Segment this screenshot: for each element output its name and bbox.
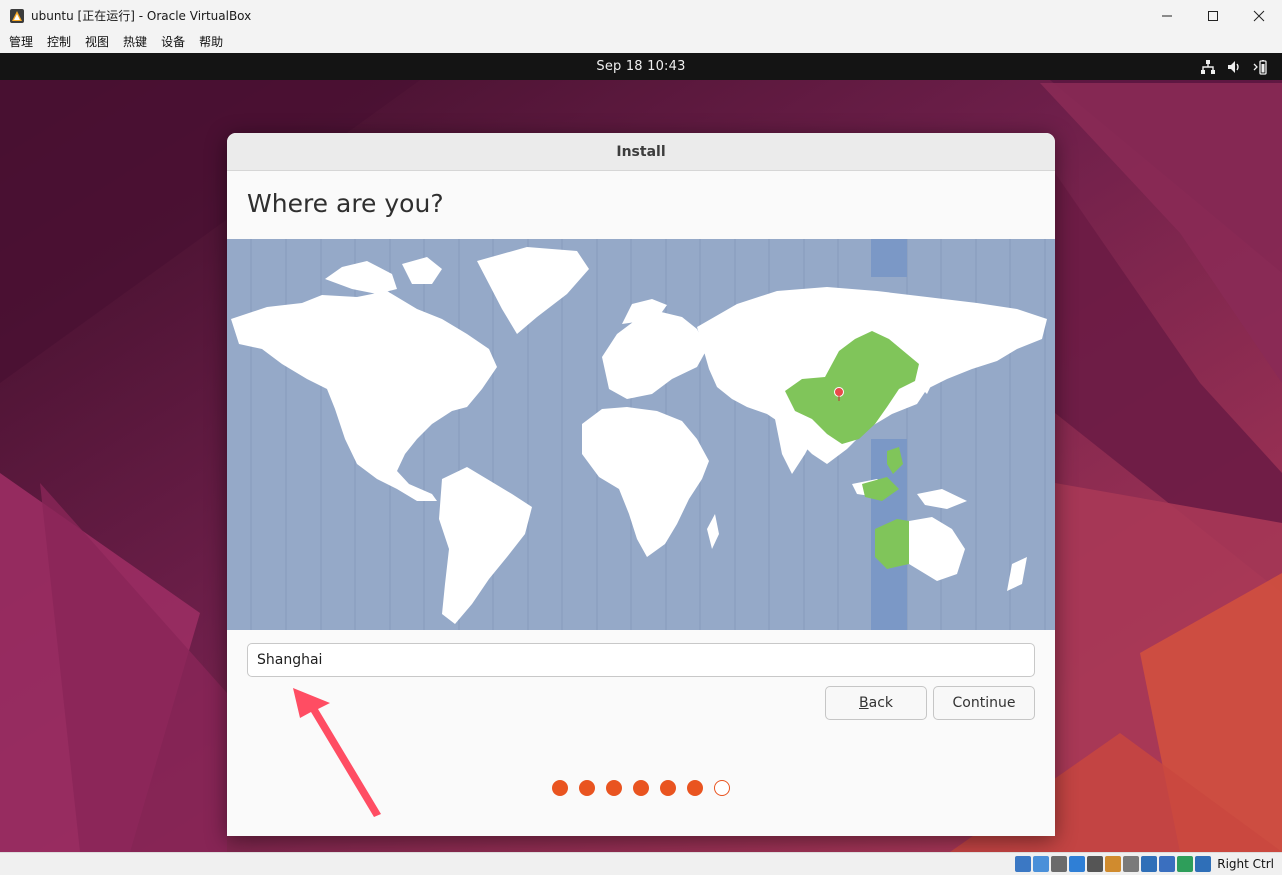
dialog-title: Install [616, 143, 666, 160]
mouse-integration-icon[interactable] [1195, 856, 1212, 872]
continue-button-label: Continue [952, 695, 1016, 711]
maximize-icon [1208, 10, 1218, 21]
window-title-bar: ubuntu [正在运行] - Oracle VirtualBox [0, 0, 1282, 31]
close-icon [1253, 10, 1265, 21]
back-button-label: ack [868, 695, 893, 711]
progress-dot [633, 780, 649, 796]
virtualization-icon[interactable] [1159, 856, 1176, 872]
display-icon[interactable] [1123, 856, 1140, 872]
menu-bar: 管理 控制 视图 热键 设备 帮助 [0, 31, 1282, 53]
system-tray[interactable] [1200, 53, 1268, 80]
screen-capture-icon[interactable] [1141, 856, 1158, 872]
audio-icon[interactable] [1051, 856, 1068, 872]
vm-status-bar: Right Ctrl [0, 852, 1282, 875]
menu-control[interactable]: 控制 [41, 31, 77, 53]
battery-icon [1253, 59, 1267, 75]
back-button[interactable]: Back [825, 686, 927, 720]
virtualbox-app-icon [10, 8, 24, 23]
menu-help[interactable]: 帮助 [193, 31, 229, 53]
progress-dot [687, 780, 703, 796]
window-title: ubuntu [正在运行] - Oracle VirtualBox [31, 9, 252, 23]
page-heading: Where are you? [247, 189, 444, 218]
progress-dot [606, 780, 622, 796]
close-button[interactable] [1236, 0, 1282, 31]
volume-icon [1228, 60, 1239, 73]
host-key-label: Right Ctrl [1217, 857, 1274, 871]
virtualbox-window: ubuntu [正在运行] - Oracle VirtualBox 管理 控制 … [0, 0, 1282, 875]
menu-machine[interactable]: 管理 [3, 31, 39, 53]
progress-dot [579, 780, 595, 796]
world-map-graphic [231, 239, 1047, 630]
progress-dot [660, 780, 676, 796]
timezone-map[interactable] [227, 239, 1055, 630]
progress-dot [714, 780, 730, 796]
maximize-button[interactable] [1190, 0, 1236, 31]
minimize-button[interactable] [1144, 0, 1190, 31]
network-icon [1201, 59, 1215, 74]
timezone-input[interactable] [247, 643, 1035, 677]
globe-icon[interactable] [1177, 856, 1194, 872]
hard-disk-icon[interactable] [1015, 856, 1032, 872]
progress-dot [552, 780, 568, 796]
menu-hotkeys[interactable]: 热键 [117, 31, 153, 53]
continue-button[interactable]: Continue [933, 686, 1035, 720]
network-adapter-icon[interactable] [1069, 856, 1086, 872]
optical-drive-icon[interactable] [1033, 856, 1050, 872]
clock[interactable]: Sep 18 10:43 [596, 59, 685, 74]
menu-devices[interactable]: 设备 [155, 31, 191, 53]
back-button-mnemonic: B [859, 695, 869, 711]
dialog-title-bar[interactable]: Install [227, 133, 1055, 171]
gnome-top-bar: Sep 18 10:43 [0, 53, 1282, 80]
shared-folder-icon[interactable] [1105, 856, 1122, 872]
menu-view[interactable]: 视图 [79, 31, 115, 53]
usb-icon[interactable] [1087, 856, 1104, 872]
install-dialog: Install Where are you? Shanghai B ack Co… [227, 133, 1055, 836]
minimize-icon [1162, 15, 1172, 16]
progress-dots [227, 780, 1055, 796]
